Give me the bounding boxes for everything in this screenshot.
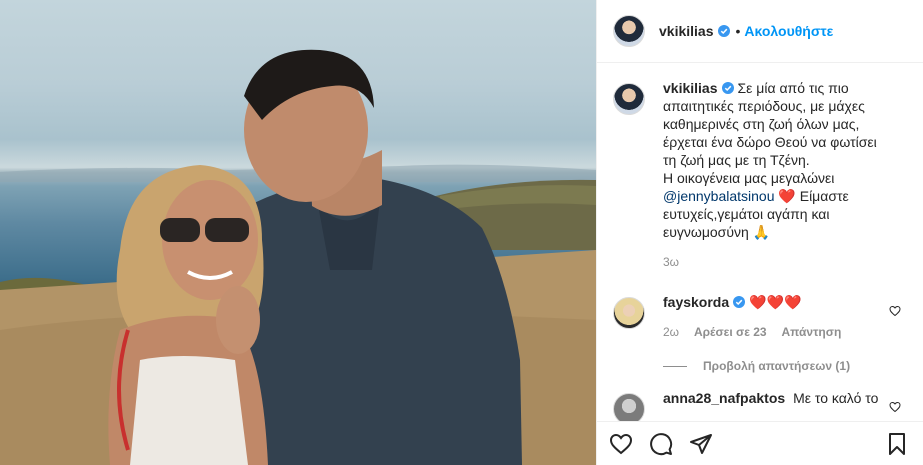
comment-item: fayskorda ❤️❤️❤️ 2ω Αρέσει σε 23 Απάντηση <box>613 293 907 341</box>
caption-line: ευγνωμοσύνη 🙏 <box>663 224 771 240</box>
caption-line: απαιτητικές περιόδους, με μάχες <box>663 98 865 114</box>
avatar[interactable] <box>613 15 645 47</box>
speech-bubble-icon[interactable] <box>649 432 673 456</box>
comment-meta: 2ω Αρέσει σε 23 Απάντηση <box>663 323 893 341</box>
avatar[interactable] <box>613 393 645 421</box>
header-username[interactable]: vkikilias <box>659 23 714 39</box>
comment-body: ❤️❤️❤️ <box>749 294 802 310</box>
caption-line: ευτυχείς,γεμάτοι αγάπη και <box>663 206 830 222</box>
caption-text: vkikilias Σε μία από τις πιο απαιτητικές … <box>663 79 877 241</box>
comments-list[interactable]: vkikilias Σε μία από τις πιο απαιτητικές … <box>597 63 923 421</box>
paper-plane-icon[interactable] <box>689 432 713 456</box>
verified-badge-icon <box>733 296 746 308</box>
comment-time[interactable]: 2ω <box>663 325 679 339</box>
follow-button[interactable]: Ακολουθήστε <box>744 23 833 39</box>
caption-line: καθημερινές στη ζωή όλων μας, <box>663 116 860 132</box>
caption-time[interactable]: 3ω <box>663 253 877 271</box>
view-replies-button[interactable]: Προβολή απαντήσεων (1) <box>663 359 907 373</box>
comment-item: anna28_nafpaktos Με το καλό το <box>613 389 907 421</box>
bookmark-icon[interactable] <box>885 432 909 456</box>
divider <box>663 365 687 367</box>
caption-line: τη ζωή μας με τη Τζένη. <box>663 152 810 168</box>
caption-entry: vkikilias Σε μία από τις πιο απαιτητικές … <box>613 79 907 271</box>
caption-line: έρχεται ένα δώρο Θεού να φωτίσει <box>663 134 877 150</box>
action-bar <box>597 421 923 465</box>
mention-link[interactable]: @jennybalatsinou <box>663 188 775 204</box>
verified-badge-icon <box>721 82 734 94</box>
post-side-panel: vkikilias • Ακολουθήστε vkikilias Σε μία … <box>596 0 923 465</box>
comment-body: Με το καλό το <box>793 390 879 406</box>
instagram-post: vkikilias • Ακολουθήστε vkikilias Σε μία … <box>0 0 923 465</box>
caption-line: Σε μία από τις πιο <box>737 80 849 96</box>
heart-outline-icon[interactable] <box>609 432 633 456</box>
heart-outline-icon[interactable] <box>889 401 901 413</box>
heart-emoji: ❤️ <box>778 188 796 204</box>
avatar[interactable] <box>613 297 645 329</box>
comment-text: fayskorda ❤️❤️❤️ <box>663 293 893 311</box>
caption-username[interactable]: vkikilias <box>663 80 718 96</box>
comment-username[interactable]: anna28_nafpaktos <box>663 390 785 406</box>
caption-line: Η οικογένεια μας μεγαλώνει <box>663 170 835 186</box>
verified-badge-icon <box>717 25 730 37</box>
comment-username[interactable]: fayskorda <box>663 294 729 310</box>
separator-dot: • <box>735 23 741 39</box>
heart-outline-icon[interactable] <box>889 305 901 317</box>
reply-button[interactable]: Απάντηση <box>782 325 842 339</box>
comment-likes[interactable]: Αρέσει σε 23 <box>694 325 767 339</box>
caption-text-fragment: Είμαστε <box>795 188 849 204</box>
view-replies-label: Προβολή απαντήσεων (1) <box>703 359 851 373</box>
avatar[interactable] <box>613 83 645 115</box>
post-photo[interactable] <box>0 0 596 465</box>
post-header: vkikilias • Ακολουθήστε <box>597 0 923 63</box>
photo-illustration <box>0 49 596 465</box>
